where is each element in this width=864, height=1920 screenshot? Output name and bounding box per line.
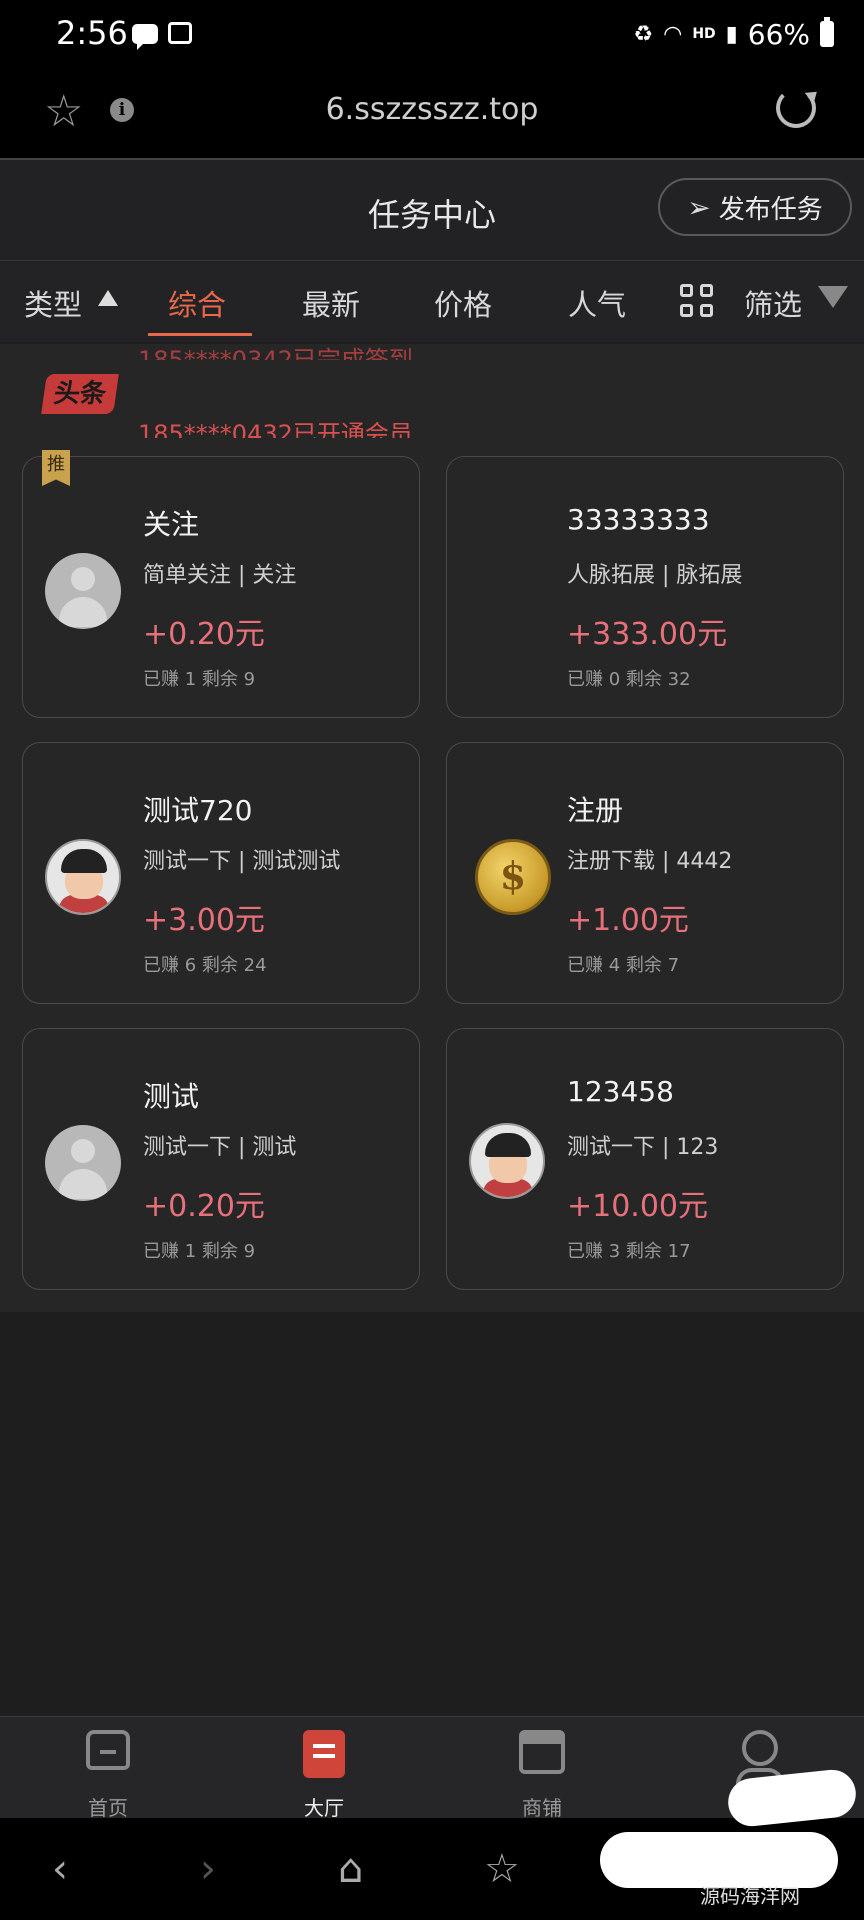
filter-icon[interactable]	[818, 286, 848, 308]
back-icon[interactable]: ‹	[52, 1846, 68, 1892]
task-subtitle: 注册下载 | 4442	[567, 849, 733, 874]
shop-icon	[519, 1730, 565, 1774]
watermark: 源码海洋网	[700, 1884, 800, 1908]
task-subtitle: 简单关注 | 关注	[143, 563, 297, 588]
task-card[interactable]: 123458 测试一下 | 123 +10.00元 已赚 3 剩余 17	[446, 1028, 844, 1290]
ticker-line: 185****0432已开通会员	[138, 420, 413, 438]
nav-home-label: 首页	[88, 1796, 128, 1820]
status-time: 2:56	[56, 14, 128, 52]
nav-home[interactable]	[48, 1730, 168, 1770]
recycle-icon: ♻	[633, 21, 654, 47]
task-title: 测试	[143, 1080, 200, 1113]
task-card[interactable]: 测试720 测试一下 | 测试测试 +3.00元 已赚 6 剩余 24	[22, 742, 420, 1004]
task-stats: 已赚 1 剩余 9	[143, 1241, 256, 1262]
battery-percent: 66%	[747, 17, 810, 51]
task-price: +0.20元	[143, 617, 265, 652]
task-title: 33333333	[567, 503, 710, 536]
forward-icon[interactable]: ›	[200, 1846, 216, 1892]
avatar	[45, 1125, 121, 1201]
task-stats: 已赚 4 剩余 7	[567, 955, 680, 976]
signal-icon: ▮	[725, 21, 738, 47]
bookmarks-icon[interactable]: ☆	[484, 1846, 520, 1892]
home-icon	[86, 1730, 130, 1770]
task-title: 123458	[567, 1075, 674, 1108]
task-stats: 已赚 1 剩余 9	[143, 669, 256, 690]
tab-all[interactable]: 综合	[168, 282, 226, 324]
coin-icon: $	[475, 839, 551, 915]
ticker-previous-line: 185****0342已完成签到	[138, 346, 413, 360]
wifi-icon: ◠	[663, 21, 683, 47]
browser-home-icon[interactable]: ⌂	[338, 1846, 363, 1892]
task-price: +10.00元	[567, 1189, 709, 1224]
headline-badge: 头条	[41, 374, 119, 414]
avatar	[469, 1123, 545, 1199]
tab-filter[interactable]: 筛选	[744, 282, 802, 324]
task-stats: 已赚 6 剩余 24	[143, 955, 267, 976]
send-icon: ➢	[687, 190, 711, 224]
message-icon	[132, 24, 158, 50]
publish-task-label: 发布任务	[718, 194, 823, 225]
nav-shop-label: 商铺	[522, 1796, 562, 1820]
sort-tabs	[0, 262, 864, 342]
task-title: 注册	[567, 794, 624, 827]
status-right: ♻ ◠ HD ▮ 66%	[633, 14, 834, 54]
task-subtitle: 测试一下 | 测试	[143, 1135, 297, 1160]
publish-task-button[interactable]: ➢ 发布任务	[658, 178, 852, 236]
url-text[interactable]: 6.sszzsszz.top	[0, 92, 864, 127]
tab-price[interactable]: 价格	[434, 282, 492, 324]
tab-type[interactable]: 类型	[24, 282, 82, 324]
image-icon	[168, 22, 192, 44]
avatar	[45, 839, 121, 915]
task-price: +3.00元	[143, 903, 265, 938]
task-price: +0.20元	[143, 1189, 265, 1224]
task-price: +333.00元	[567, 617, 728, 652]
task-title: 测试720	[143, 794, 253, 827]
grid-view-icon[interactable]	[680, 284, 714, 318]
task-subtitle: 测试一下 | 123	[567, 1135, 719, 1160]
nav-shop[interactable]	[482, 1730, 602, 1774]
task-stats: 已赚 3 剩余 17	[567, 1241, 691, 1262]
reload-icon[interactable]	[776, 88, 816, 128]
network-type: HD	[692, 26, 716, 42]
user-icon	[742, 1730, 778, 1766]
task-title: 关注	[143, 508, 200, 541]
task-card[interactable]: $ 注册 注册下载 | 4442 +1.00元 已赚 4 剩余 7	[446, 742, 844, 1004]
tab-latest[interactable]: 最新	[302, 282, 360, 324]
task-stats: 已赚 0 剩余 32	[567, 669, 691, 690]
task-card[interactable]: 关注 简单关注 | 关注 +0.20元 已赚 1 剩余 9	[22, 456, 420, 718]
task-card[interactable]: 测试 测试一下 | 测试 +0.20元 已赚 1 剩余 9	[22, 1028, 420, 1290]
battery-icon	[820, 17, 834, 47]
hall-icon	[303, 1730, 345, 1778]
triangle-up-icon	[98, 290, 118, 306]
avatar	[45, 553, 121, 629]
task-subtitle: 人脉拓展 | 脉拓展	[567, 563, 743, 588]
task-price: +1.00元	[567, 903, 689, 938]
nav-hall[interactable]	[264, 1730, 384, 1778]
tab-popular[interactable]: 人气	[568, 282, 626, 324]
nav-hall-label: 大厅	[304, 1796, 344, 1820]
task-subtitle: 测试一下 | 测试测试	[143, 849, 341, 874]
task-card[interactable]: 33333333 人脉拓展 | 脉拓展 +333.00元 已赚 0 剩余 32	[446, 456, 844, 718]
active-tab-underline	[148, 333, 252, 336]
